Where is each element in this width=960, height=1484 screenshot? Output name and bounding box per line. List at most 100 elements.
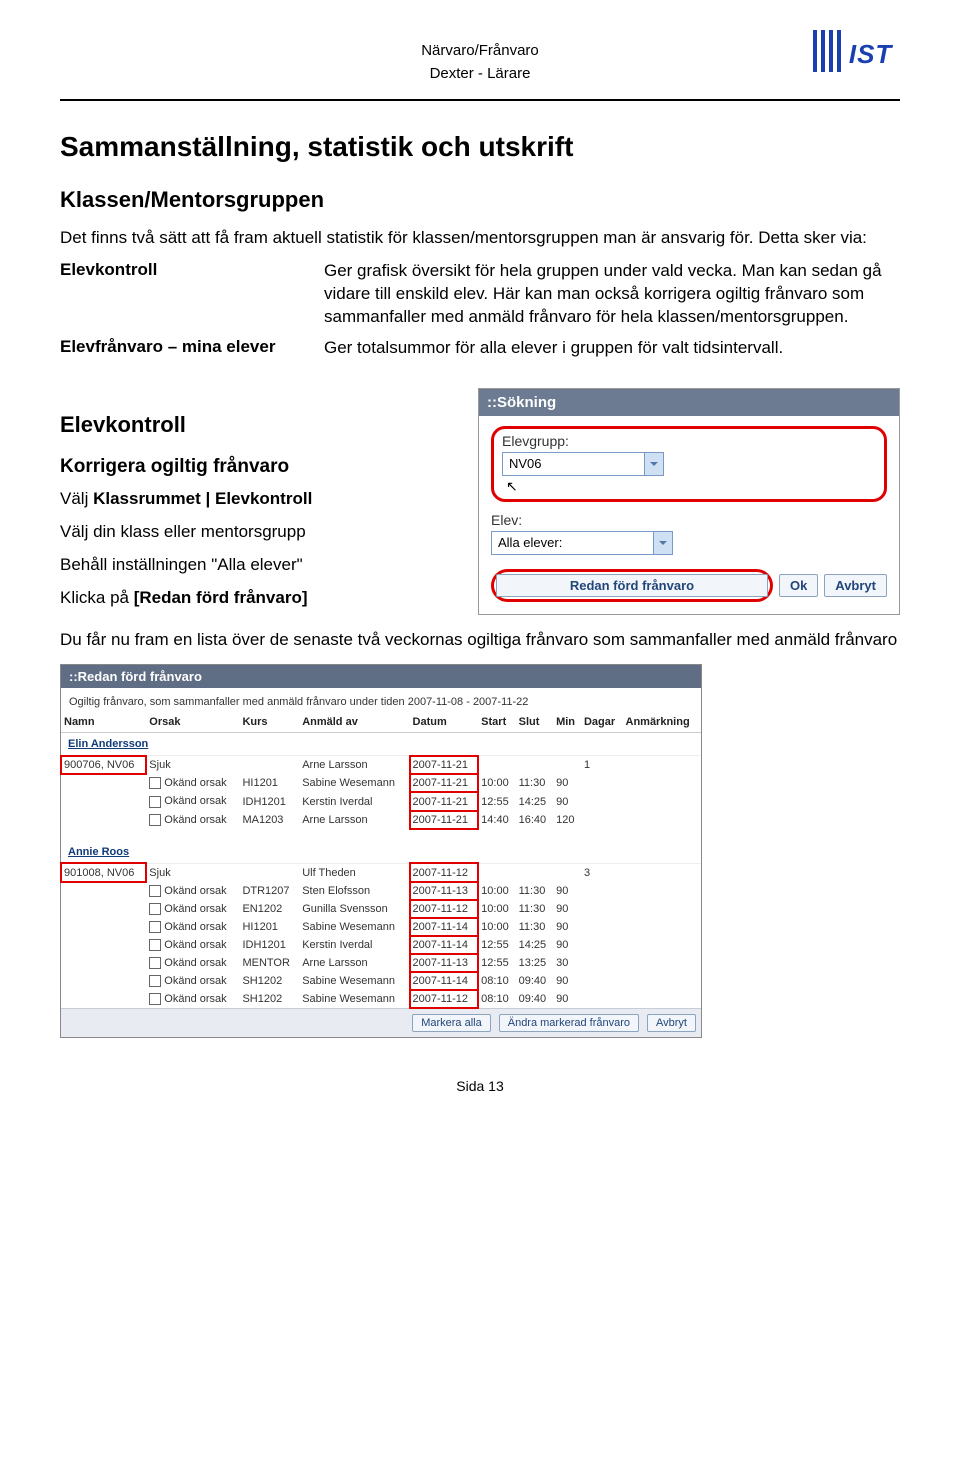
cell-orsak: Okänd orsak xyxy=(146,774,239,792)
cell-kurs xyxy=(239,756,299,775)
cell-namn: 901008, NV06 xyxy=(61,863,146,882)
chevron-down-icon[interactable] xyxy=(653,532,672,554)
cell-orsak: Okänd orsak xyxy=(146,972,239,990)
avbryt-button[interactable]: Avbryt xyxy=(647,1014,696,1032)
cell-min: 30 xyxy=(553,954,581,972)
cell-orsak: Okänd orsak xyxy=(146,936,239,954)
col-kurs: Kurs xyxy=(239,712,299,733)
cell-slut: 11:30 xyxy=(516,918,553,936)
row-checkbox[interactable] xyxy=(149,921,161,933)
cell-anmald: Sabine Wesemann xyxy=(299,774,409,792)
cell-slut: 14:25 xyxy=(516,936,553,954)
cell-min: 90 xyxy=(553,972,581,990)
detail-row: Okänd orsakDTR1207Sten Elofsson2007-11-1… xyxy=(61,882,701,900)
col-slut: Slut xyxy=(516,712,553,733)
page-footer: Sida 13 xyxy=(60,1078,900,1094)
cell-slut: 09:40 xyxy=(516,972,553,990)
elev-label: Elev: xyxy=(491,512,887,528)
cell-datum: 2007-11-13 xyxy=(410,882,479,900)
cell-kurs: EN1202 xyxy=(239,900,299,918)
def-desc-elevkontroll: Ger grafisk översikt för hela gruppen un… xyxy=(324,260,900,329)
cell-orsak: Sjuk xyxy=(146,756,239,775)
panel-title: ::Sökning xyxy=(479,389,899,416)
detail-row: Okänd orsakIDH1201Kerstin Iverdal2007-11… xyxy=(61,936,701,954)
detail-row: Okänd orsakSH1202Sabine Wesemann2007-11-… xyxy=(61,990,701,1008)
cell-slut: 14:25 xyxy=(516,792,553,810)
cell-namn: 900706, NV06 xyxy=(61,756,146,775)
cell-datum: 2007-11-14 xyxy=(410,936,479,954)
avbryt-button[interactable]: Avbryt xyxy=(824,574,887,597)
row-checkbox[interactable] xyxy=(149,975,161,987)
col-datum: Datum xyxy=(410,712,479,733)
detail-row: Okänd orsakEN1202Gunilla Svensson2007-11… xyxy=(61,900,701,918)
cell-dagar: 1 xyxy=(581,756,623,775)
col-anmald: Anmäld av xyxy=(299,712,409,733)
section-elevkontroll: Elevkontroll xyxy=(60,412,460,438)
detail-row: Okänd orsakHI1201Sabine Wesemann2007-11-… xyxy=(61,774,701,792)
cell-anmald: Gunilla Svensson xyxy=(299,900,409,918)
mouse-cursor-icon: ↖ xyxy=(506,478,518,495)
cell-datum: 2007-11-21 xyxy=(410,774,479,792)
section-klassen: Klassen/Mentorsgruppen xyxy=(60,187,900,213)
cell-slut: 16:40 xyxy=(516,811,553,829)
cell-anmald: Arne Larsson xyxy=(299,756,409,775)
student-name-row: Annie Roos xyxy=(61,841,701,864)
page-header: Närvaro/Frånvaro Dexter - Lärare IST xyxy=(60,40,900,85)
cell-min: 90 xyxy=(553,918,581,936)
panel-description: Ogiltig frånvaro, som sammanfaller med a… xyxy=(61,688,701,712)
elev-select[interactable]: Alla elever: xyxy=(491,531,673,555)
cell-orsak: Sjuk xyxy=(146,863,239,882)
cell-datum: 2007-11-21 xyxy=(410,792,479,810)
col-start: Start xyxy=(478,712,515,733)
row-checkbox[interactable] xyxy=(149,777,161,789)
elevgrupp-select[interactable]: NV06 xyxy=(502,452,664,476)
cell-orsak: Okänd orsak xyxy=(146,954,239,972)
col-anmarkning: Anmärkning xyxy=(623,712,702,733)
cell-datum: 2007-11-21 xyxy=(410,811,479,829)
row-checkbox[interactable] xyxy=(149,993,161,1005)
row-checkbox[interactable] xyxy=(149,885,161,897)
elevgrupp-field-highlight: Elevgrupp: NV06 ↖ xyxy=(491,426,887,502)
student-name-link[interactable]: Annie Roos xyxy=(64,844,133,860)
cell-anmald: Ulf Theden xyxy=(299,863,409,882)
row-checkbox[interactable] xyxy=(149,903,161,915)
cell-datum: 2007-11-12 xyxy=(410,863,479,882)
student-main-row: 901008, NV06SjukUlf Theden2007-11-123 xyxy=(61,863,701,882)
student-name-link[interactable]: Elin Andersson xyxy=(64,736,152,752)
col-min: Min xyxy=(553,712,581,733)
cell-anmald: Sabine Wesemann xyxy=(299,990,409,1008)
cell-datum: 2007-11-14 xyxy=(410,972,479,990)
step-3: Behåll inställningen "Alla elever" xyxy=(60,554,460,577)
ist-logo: IST xyxy=(805,30,900,85)
step-1: Välj Klassrummet | Elevkontroll xyxy=(60,488,460,511)
chevron-down-icon[interactable] xyxy=(644,453,663,475)
detail-row: Okänd orsakHI1201Sabine Wesemann2007-11-… xyxy=(61,918,701,936)
ok-button[interactable]: Ok xyxy=(779,574,818,597)
cell-min: 90 xyxy=(553,990,581,1008)
row-checkbox[interactable] xyxy=(149,796,161,808)
student-main-row: 900706, NV06SjukArne Larsson2007-11-211 xyxy=(61,756,701,775)
cell-min: 90 xyxy=(553,936,581,954)
cell-anmald: Sten Elofsson xyxy=(299,882,409,900)
cell-kurs: HI1201 xyxy=(239,774,299,792)
row-checkbox[interactable] xyxy=(149,957,161,969)
cell-kurs: MA1203 xyxy=(239,811,299,829)
cell-orsak: Okänd orsak xyxy=(146,900,239,918)
elevgrupp-label: Elevgrupp: xyxy=(502,433,876,449)
cell-slut: 13:25 xyxy=(516,954,553,972)
intro-text: Det finns två sätt att få fram aktuell s… xyxy=(60,227,900,250)
row-checkbox[interactable] xyxy=(149,814,161,826)
definition-list: Elevkontroll Ger grafisk översikt för he… xyxy=(60,260,900,360)
markera-alla-button[interactable]: Markera alla xyxy=(412,1014,491,1032)
row-checkbox[interactable] xyxy=(149,939,161,951)
andra-markerad-button[interactable]: Ändra markerad frånvaro xyxy=(499,1014,639,1032)
redan-ford-franvaro-button[interactable]: Redan förd frånvaro xyxy=(496,574,768,597)
detail-row: Okänd orsakMENTORArne Larsson2007-11-131… xyxy=(61,954,701,972)
cell-orsak: Okänd orsak xyxy=(146,918,239,936)
detail-row: Okänd orsakSH1202Sabine Wesemann2007-11-… xyxy=(61,972,701,990)
main-heading: Sammanställning, statistik och utskrift xyxy=(60,131,900,163)
cell-slut: 11:30 xyxy=(516,900,553,918)
header-line1: Närvaro/Frånvaro xyxy=(60,40,900,63)
cell-min: 120 xyxy=(553,811,581,829)
cell-start: 10:00 xyxy=(478,900,515,918)
